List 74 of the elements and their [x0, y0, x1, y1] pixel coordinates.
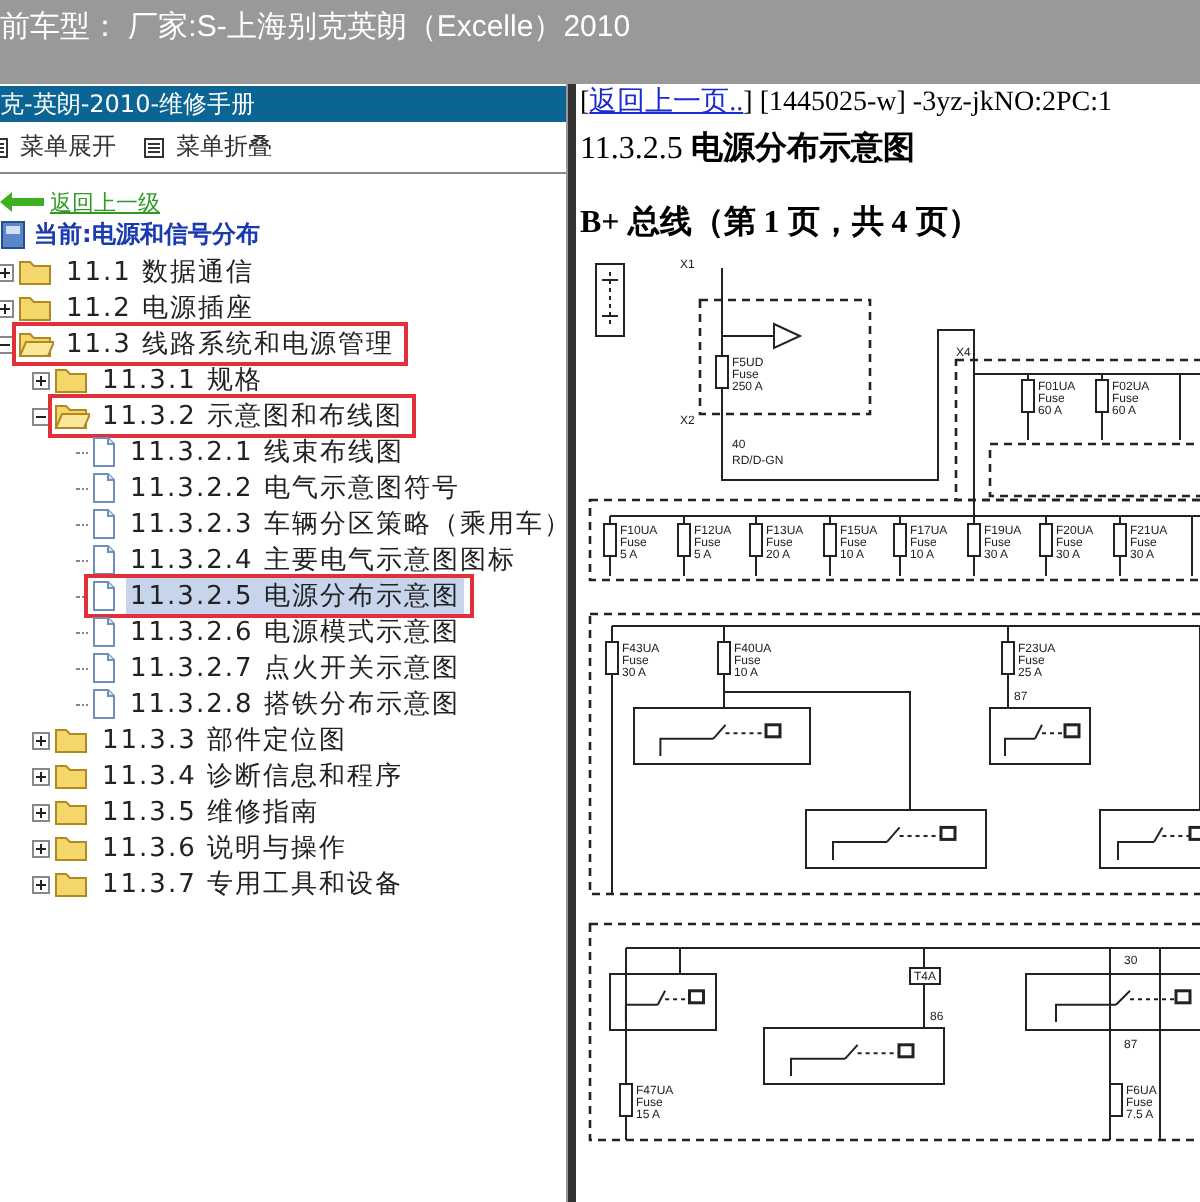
tree-item[interactable]: 11.3.2.6 电源模式示意图 [126, 614, 464, 650]
tree-item[interactable]: 11.3.2.4 主要电气示意图图标 [126, 542, 520, 578]
tree-item[interactable]: 11.3.6 说明与操作 [98, 830, 351, 866]
fuse-symbol [893, 523, 907, 557]
tree-item[interactable]: 11.3.2.8 搭铁分布示意图 [126, 686, 464, 722]
tree-item[interactable]: 11.3.2.1 线束布线图 [126, 434, 408, 470]
document-icon [90, 508, 118, 540]
collapse-icon[interactable] [32, 407, 50, 425]
document-icon [90, 544, 118, 576]
tree-item[interactable]: 11.1 数据通信 [62, 254, 259, 290]
page-info: [返回上一页..] [1445025-w] -3yz-jkNO:2PC:1 [580, 85, 1114, 120]
expand-icon[interactable] [32, 875, 50, 893]
expand-icon[interactable] [0, 299, 14, 317]
fuse-symbol [715, 355, 729, 389]
tree-item[interactable]: 11.3.2.7 点火开关示意图 [126, 650, 464, 686]
tree-item[interactable]: 11.3 线路系统和电源管理 [62, 326, 399, 362]
fuse-symbol [605, 641, 619, 675]
document-icon [90, 580, 118, 612]
folder-icon [54, 366, 90, 394]
folder-icon [54, 870, 90, 898]
document-icon [90, 616, 118, 648]
fuse-symbol [967, 523, 981, 557]
menu-toggle-button[interactable]: 菜单展开 [0, 130, 116, 164]
back-page-link[interactable]: 返回上一页.. [589, 88, 744, 118]
fuse-symbol [603, 523, 617, 557]
menu-icon [144, 137, 164, 157]
folder-icon [54, 834, 90, 862]
page-heading: 11.3.2.5 电源分布示意图 [580, 128, 917, 170]
tree-item[interactable]: 11.3.5 维修指南 [98, 794, 323, 830]
tree-item[interactable]: 11.2 电源插座 [62, 290, 259, 326]
expand-icon[interactable] [0, 263, 14, 281]
folder-icon [18, 294, 54, 322]
back-link[interactable]: 返回上一级 [50, 187, 160, 217]
document-icon [90, 652, 118, 684]
expand-icon[interactable] [32, 767, 50, 785]
sidebar-header: 克-英朗-2010-维修手册 [0, 86, 566, 122]
book-icon [0, 219, 28, 249]
fuse-symbol [1001, 641, 1015, 675]
fuse-symbol [1021, 379, 1035, 413]
tree-item[interactable]: 11.3.2.2 电气示意图符号 [126, 470, 464, 506]
fuse-symbol [1039, 523, 1053, 557]
fuse-symbol [823, 523, 837, 557]
back-arrow-icon[interactable] [0, 192, 44, 212]
fuse-symbol [677, 523, 691, 557]
expand-icon[interactable] [32, 839, 50, 857]
fuse-symbol [749, 523, 763, 557]
menu-toggle-button[interactable]: 菜单折叠 [144, 130, 272, 164]
folder-icon [54, 726, 90, 754]
tree-item[interactable]: 11.3.3 部件定位图 [98, 722, 351, 758]
expand-icon[interactable] [32, 371, 50, 389]
document-icon [90, 472, 118, 504]
current-section: 当前:电源和信号分布 [34, 217, 260, 251]
open-folder-icon [18, 330, 54, 358]
folder-icon [18, 258, 54, 286]
tree-item[interactable]: 11.3.2 示意图和布线图 [98, 398, 407, 434]
fuse-symbol [717, 641, 731, 675]
tree-item[interactable]: 11.3.2.5 电源分布示意图 [126, 578, 464, 614]
folder-icon [54, 762, 90, 790]
section-subtitle: B+ 总线（第 1 页，共 4 页） [580, 203, 982, 244]
tree-item[interactable]: 11.3.2.3 车辆分区策略（乘用车） [126, 506, 576, 542]
document-icon [90, 436, 118, 468]
fuse-symbol [619, 1083, 633, 1117]
tree-item[interactable]: 11.3.1 规格 [98, 362, 267, 398]
folder-icon [54, 798, 90, 826]
fuse-symbol [1095, 379, 1109, 413]
expand-icon[interactable] [32, 731, 50, 749]
open-folder-icon [54, 402, 90, 430]
tree-item[interactable]: 11.3.7 专用工具和设备 [98, 866, 407, 902]
window-title: 前车型： 厂家:S-上海别克英朗（Excelle）2010 [0, 8, 631, 46]
expand-icon[interactable] [32, 803, 50, 821]
fuse-symbol [1109, 1083, 1123, 1117]
document-icon [90, 688, 118, 720]
fuse-symbol [1113, 523, 1127, 557]
tree-item[interactable]: 11.3.4 诊断信息和程序 [98, 758, 407, 794]
